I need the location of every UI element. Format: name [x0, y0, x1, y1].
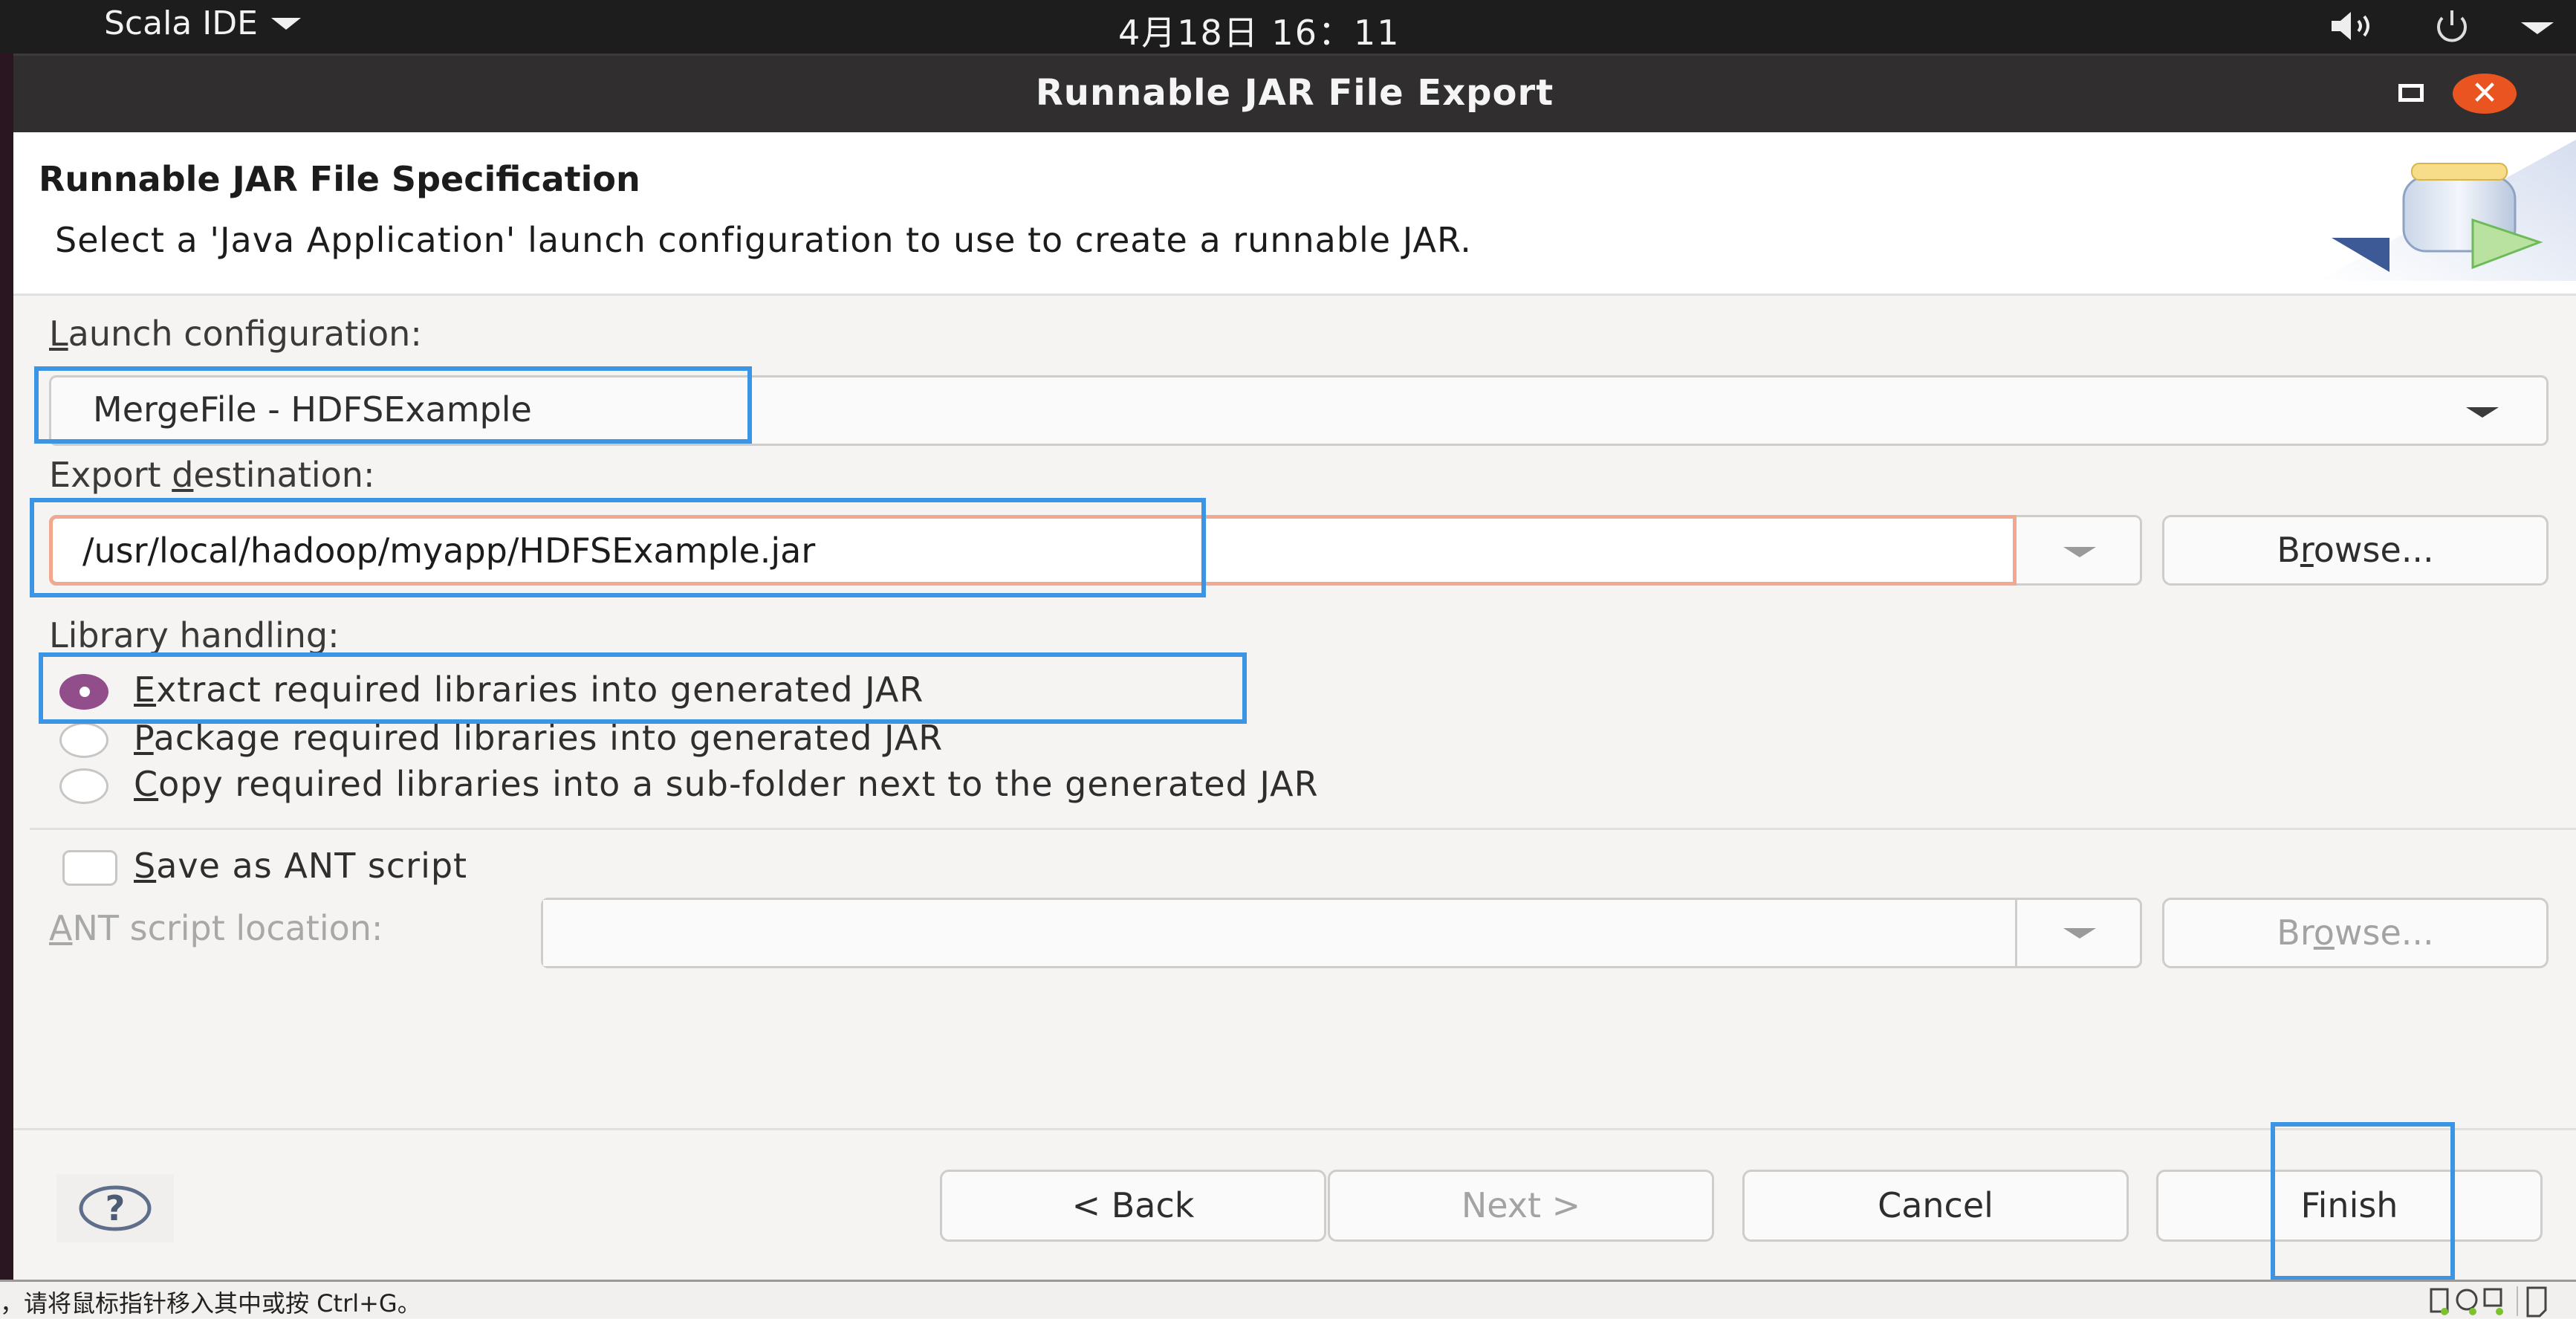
- save-ant-checkbox[interactable]: Save as ANT script: [62, 846, 657, 892]
- radio-package-libraries[interactable]: Package required libraries into generate…: [59, 718, 1323, 762]
- export-destination-combo: [49, 515, 2142, 586]
- status-text: ，请将鼠标指针移入其中或按 Ctrl+G。: [0, 1289, 421, 1318]
- help-button[interactable]: ?: [56, 1174, 174, 1242]
- divider: [13, 1128, 2576, 1130]
- window-titlebar[interactable]: Runnable JAR File Export ✕: [13, 54, 2576, 132]
- finish-button[interactable]: Finish: [2156, 1170, 2543, 1242]
- radio-copy-libraries[interactable]: Copy required libraries into a sub-folde…: [59, 764, 1768, 808]
- library-handling-label: Library handling:: [49, 615, 340, 655]
- system-menu-arrow-icon[interactable]: [2515, 7, 2560, 45]
- chevron-down-icon: [2466, 407, 2499, 418]
- status-bar: ，请将鼠标指针移入其中或按 Ctrl+G。: [0, 1280, 2576, 1318]
- radio-button[interactable]: [59, 722, 108, 758]
- ant-location-input[interactable]: [543, 900, 2017, 966]
- app-menu[interactable]: Scala IDE: [104, 4, 301, 42]
- checkbox[interactable]: [62, 850, 117, 886]
- page-title: Runnable JAR File Specification: [39, 159, 640, 199]
- launch-config-label: Launch configuration:: [49, 314, 422, 354]
- launch-config-value: MergeFile - HDFSExample: [93, 389, 532, 430]
- browse-ant-button[interactable]: Browse...: [2162, 898, 2549, 968]
- window-title: Runnable JAR File Export: [1035, 72, 1554, 114]
- vm-status-icons: [2430, 1286, 2547, 1318]
- help-icon: ?: [79, 1185, 152, 1231]
- wizard-header: Runnable JAR File Specification Select a…: [13, 132, 2576, 296]
- export-destination-label: Export destination:: [49, 455, 375, 495]
- back-button[interactable]: < Back: [940, 1170, 1326, 1242]
- export-destination-dropdown-arrow[interactable]: [2063, 547, 2096, 557]
- power-icon[interactable]: [2426, 7, 2478, 45]
- browse-destination-button[interactable]: Browse...: [2162, 515, 2549, 586]
- close-icon[interactable]: ✕: [2453, 74, 2517, 114]
- desktop-edge: [0, 54, 13, 1280]
- radio-extract-libraries[interactable]: Extract required libraries into generate…: [59, 670, 1248, 714]
- system-top-bar: Scala IDE 4月18日 16：11: [0, 0, 2576, 54]
- chevron-down-icon: [270, 17, 301, 30]
- divider: [30, 828, 2576, 830]
- jar-export-icon: [2318, 140, 2576, 281]
- ant-location-dropdown-arrow[interactable]: [2063, 928, 2096, 939]
- radio-button[interactable]: [59, 768, 108, 804]
- ant-location-combo: [541, 898, 2142, 968]
- svg-text:?: ?: [106, 1188, 126, 1228]
- cancel-button[interactable]: Cancel: [1742, 1170, 2129, 1242]
- app-menu-label: Scala IDE: [104, 4, 258, 42]
- clock[interactable]: 4月18日 16：11: [1118, 6, 1401, 55]
- launch-config-dropdown[interactable]: MergeFile - HDFSExample: [49, 375, 2549, 446]
- export-destination-input[interactable]: [49, 515, 2017, 586]
- page-description: Select a 'Java Application' launch confi…: [55, 220, 1472, 260]
- maximize-icon[interactable]: [2398, 84, 2424, 102]
- ant-location-label: ANT script location:: [49, 908, 383, 948]
- volume-icon[interactable]: [2326, 7, 2385, 45]
- radio-button[interactable]: [59, 674, 108, 710]
- next-button[interactable]: Next >: [1328, 1170, 1714, 1242]
